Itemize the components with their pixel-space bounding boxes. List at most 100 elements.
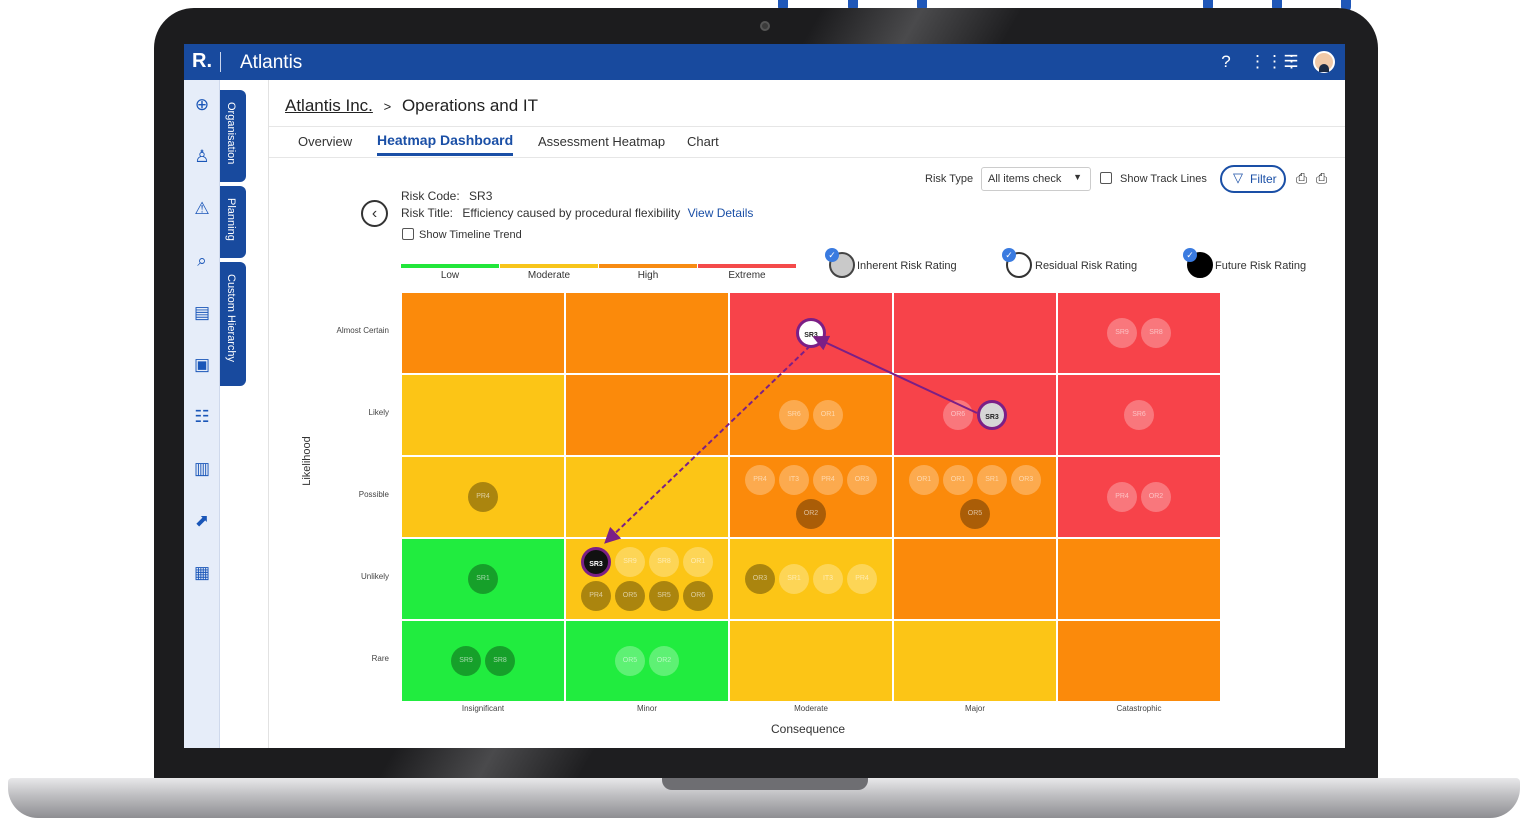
risk-bubble[interactable]: SR9 [615,547,645,577]
show-timeline-trend-checkbox[interactable] [402,228,414,240]
user-avatar[interactable] [1313,51,1335,73]
risk-bubble[interactable]: SR1 [779,564,809,594]
heatmap-cell[interactable] [729,374,893,456]
app-screen: R. Atlantis ? ⋮⋮⋮ ☰ ⊕ ♙ ⚠ ⌕ ▤ ▣ ☷ ▥ ⬈ ▦ … [184,44,1345,748]
x-axis-label: Consequence [771,722,846,736]
apps-grid-icon[interactable]: ⋮⋮⋮ [1249,52,1300,72]
list-settings-icon[interactable]: ☷ [191,406,213,428]
heatmap-cell[interactable] [893,292,1057,374]
risk-bubble[interactable]: SR3 [796,318,826,348]
warning-icon[interactable]: ⚠ [191,198,213,220]
risk-bubble[interactable]: OR1 [909,465,939,495]
residual-check-icon: ✓ [1002,248,1016,262]
show-track-lines-label: Show Track Lines [1120,173,1207,185]
report-chart-icon[interactable]: ▥ [191,458,213,480]
view-details-link[interactable]: View Details [688,206,754,220]
export-icon[interactable]: ⎙ [1316,170,1330,186]
heatmap-cell[interactable] [1057,620,1221,702]
left-rail: ⊕ ♙ ⚠ ⌕ ▤ ▣ ☷ ▥ ⬈ ▦ [184,80,220,748]
risk-bubble[interactable]: OR3 [1011,465,1041,495]
show-track-lines-checkbox[interactable] [1100,172,1112,184]
heatmap-cell[interactable] [565,292,729,374]
heatmap-cell[interactable] [1057,538,1221,620]
risk-bubble[interactable]: OR1 [683,547,713,577]
risk-bubble[interactable]: PR4 [847,564,877,594]
risk-bubble[interactable]: SR8 [485,646,515,676]
risk-bubble[interactable]: OR6 [683,581,713,611]
heatmap-cell[interactable] [565,456,729,538]
tab-heatmap-dashboard[interactable]: Heatmap Dashboard [377,132,514,156]
risk-bubble[interactable]: OR2 [649,646,679,676]
risk-bubble[interactable]: PR4 [1107,482,1137,512]
heatmap-cell[interactable] [1057,292,1221,374]
breadcrumb-root-link[interactable]: Atlantis Inc. [285,96,373,115]
heatmap-cell[interactable] [401,292,565,374]
risk-bubble[interactable]: SR1 [977,465,1007,495]
risk-bubble[interactable]: SR9 [451,646,481,676]
menu-icon[interactable]: ☰ [1281,52,1301,72]
risk-bubble[interactable]: SR5 [649,581,679,611]
risk-bubble[interactable]: SR6 [779,400,809,430]
rating-scale-label-moderate: Moderate [527,270,571,281]
heatmap-cell[interactable] [893,374,1057,456]
risk-bubble[interactable]: OR2 [1141,482,1171,512]
risk-bubble[interactable]: PR4 [745,465,775,495]
search-settings-icon[interactable]: ⌕ [191,250,213,272]
risk-bubble[interactable]: OR5 [615,581,645,611]
risk-bubble[interactable]: SR6 [1124,400,1154,430]
risk-bubble[interactable]: SR3 [581,547,611,577]
heatmap-cell[interactable] [401,620,565,702]
add-circle-icon[interactable]: ⊕ [191,94,213,116]
risk-bubble[interactable]: SR9 [1107,318,1137,348]
vtab-organisation[interactable]: Organisation [220,90,246,182]
risk-bubble[interactable]: OR5 [960,499,990,529]
residual-rating-legend-label: Residual Risk Rating [1035,260,1138,272]
risk-bubble[interactable]: PR4 [813,465,843,495]
users-icon[interactable]: ♙ [191,146,213,168]
risk-bubble[interactable]: PR4 [468,482,498,512]
risk-bubble[interactable]: OR2 [796,499,826,529]
heatmap-cell[interactable] [1057,456,1221,538]
risk-bubble[interactable]: OR5 [615,646,645,676]
risk-bubble[interactable]: OR3 [847,465,877,495]
app-logo[interactable]: R. [192,50,212,73]
heatmap-cell[interactable] [893,620,1057,702]
main-panel: Atlantis Inc. > Operations and IT Overvi… [268,80,1345,748]
risk-bubble[interactable]: SR1 [468,564,498,594]
image-report-icon[interactable]: ▦ [191,562,213,584]
heatmap-cell[interactable] [565,374,729,456]
risk-type-select[interactable]: All items check ▼ [981,167,1091,191]
risk-bubble[interactable]: OR3 [745,564,775,594]
risk-bubble[interactable]: OR1 [943,465,973,495]
risk-bubble[interactable]: IT3 [779,465,809,495]
y-tick-label: Almost Certain [336,326,389,335]
risk-bubble[interactable]: SR3 [977,400,1007,430]
rating-scale-bar-extreme [698,264,796,268]
risk-bubble[interactable]: SR8 [1141,318,1171,348]
document-icon[interactable]: ▤ [191,302,213,324]
heatmap-cell[interactable] [893,538,1057,620]
risk-bubble[interactable]: OR1 [813,400,843,430]
future-rating-legend-label: Future Risk Rating [1215,260,1307,272]
tab-chart[interactable]: Chart [687,134,719,149]
y-tick-label: Possible [358,490,389,499]
help-icon[interactable]: ? [1216,52,1236,72]
filter-button[interactable]: ▽ Filter [1220,165,1286,193]
back-button[interactable]: ‹ [361,200,388,227]
y-tick-label: Rare [371,654,389,663]
tab-overview[interactable]: Overview [298,134,352,149]
heatmap-cell[interactable] [729,620,893,702]
risk-bubble[interactable]: IT3 [813,564,843,594]
vtab-custom-hierarchy[interactable]: Custom Hierarchy [220,262,246,386]
heatmap-grid: Almost Certain Likely Possible Unlikely Rare… [337,292,1221,713]
trend-chart-icon[interactable]: ⬈ [191,510,213,532]
heatmap-cell[interactable] [401,374,565,456]
risk-bubble[interactable]: PR4 [581,581,611,611]
risk-bubble[interactable]: OR6 [943,400,973,430]
shield-document-icon[interactable]: ▣ [191,354,213,376]
risk-bubble[interactable]: SR8 [649,547,679,577]
tab-assessment-heatmap[interactable]: Assessment Heatmap [538,134,665,149]
heatmap-cell[interactable] [565,620,729,702]
print-icon[interactable]: ⎙ [1296,170,1310,186]
vtab-planning[interactable]: Planning [220,186,246,258]
